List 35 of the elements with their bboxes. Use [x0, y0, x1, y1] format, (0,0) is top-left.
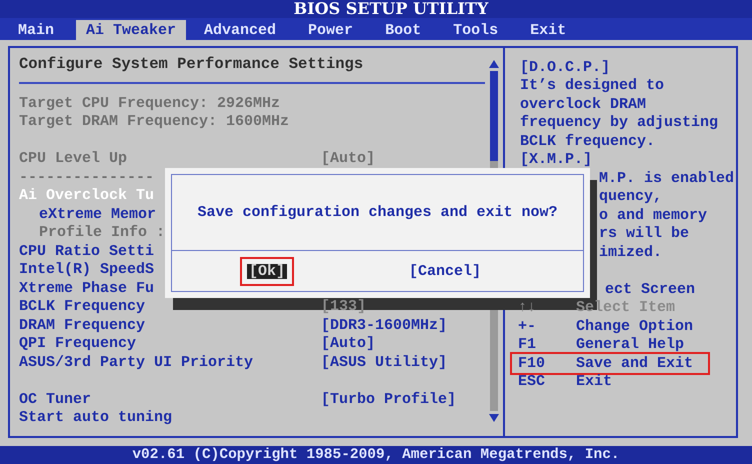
info-label: Target DRAM Frequency: 1600MHz	[19, 114, 290, 130]
info-label: CPU Level Up	[19, 151, 128, 166]
help-text-line: imized.	[599, 244, 662, 260]
title-bar: BIOS SETUP UTILITY	[0, 0, 752, 18]
option-value: [Auto]	[321, 151, 376, 166]
help-text-line: BCLK frequency.	[520, 134, 656, 149]
help-text-line: [D.O.C.P.]	[520, 60, 610, 75]
key-label: +-	[518, 318, 536, 335]
option-value: [DDR3-1600MHz]	[321, 318, 448, 333]
info-label: Target CPU Frequency: 2926MHz	[19, 96, 280, 111]
help-text-line: quency,	[599, 189, 662, 204]
option-value: [Auto]	[321, 336, 376, 352]
help-text-line: overclock DRAM	[520, 96, 646, 112]
key-action: Save and Exit	[576, 356, 694, 371]
option-value: [ASUS Utility]	[321, 354, 448, 370]
info-label: Profile Info :	[39, 225, 166, 240]
key-action: Change Option	[576, 318, 694, 334]
key-action: Select Item	[576, 300, 676, 316]
key-action: ect Screen	[604, 282, 696, 297]
footer-bar: v02.61 (C)Copyright 1985-2009, American Megatrends, Inc.	[0, 446, 752, 464]
help-text-line: o and memory	[599, 208, 708, 223]
key-label: F1	[518, 336, 536, 354]
key-action: General Help	[576, 337, 684, 352]
key-label: ESC	[518, 373, 546, 390]
section-heading: Configure System Performance Settings	[19, 57, 364, 73]
dialog-message: Save configuration changes and exit now?	[197, 205, 558, 220]
help-text-line: frequency by adjusting	[520, 115, 718, 130]
key-action: Exit	[576, 374, 612, 390]
option-value: [Turbo Profile]	[321, 392, 456, 407]
help-text-line: It’s designed to	[520, 78, 664, 94]
key-label: F10	[518, 354, 546, 372]
separator-line: ---------------	[19, 170, 154, 185]
help-text-line: [X.M.P.]	[520, 152, 592, 168]
help-text-line: rs will be	[599, 226, 690, 242]
help-text-line: M.P. is enabled	[599, 170, 734, 186]
